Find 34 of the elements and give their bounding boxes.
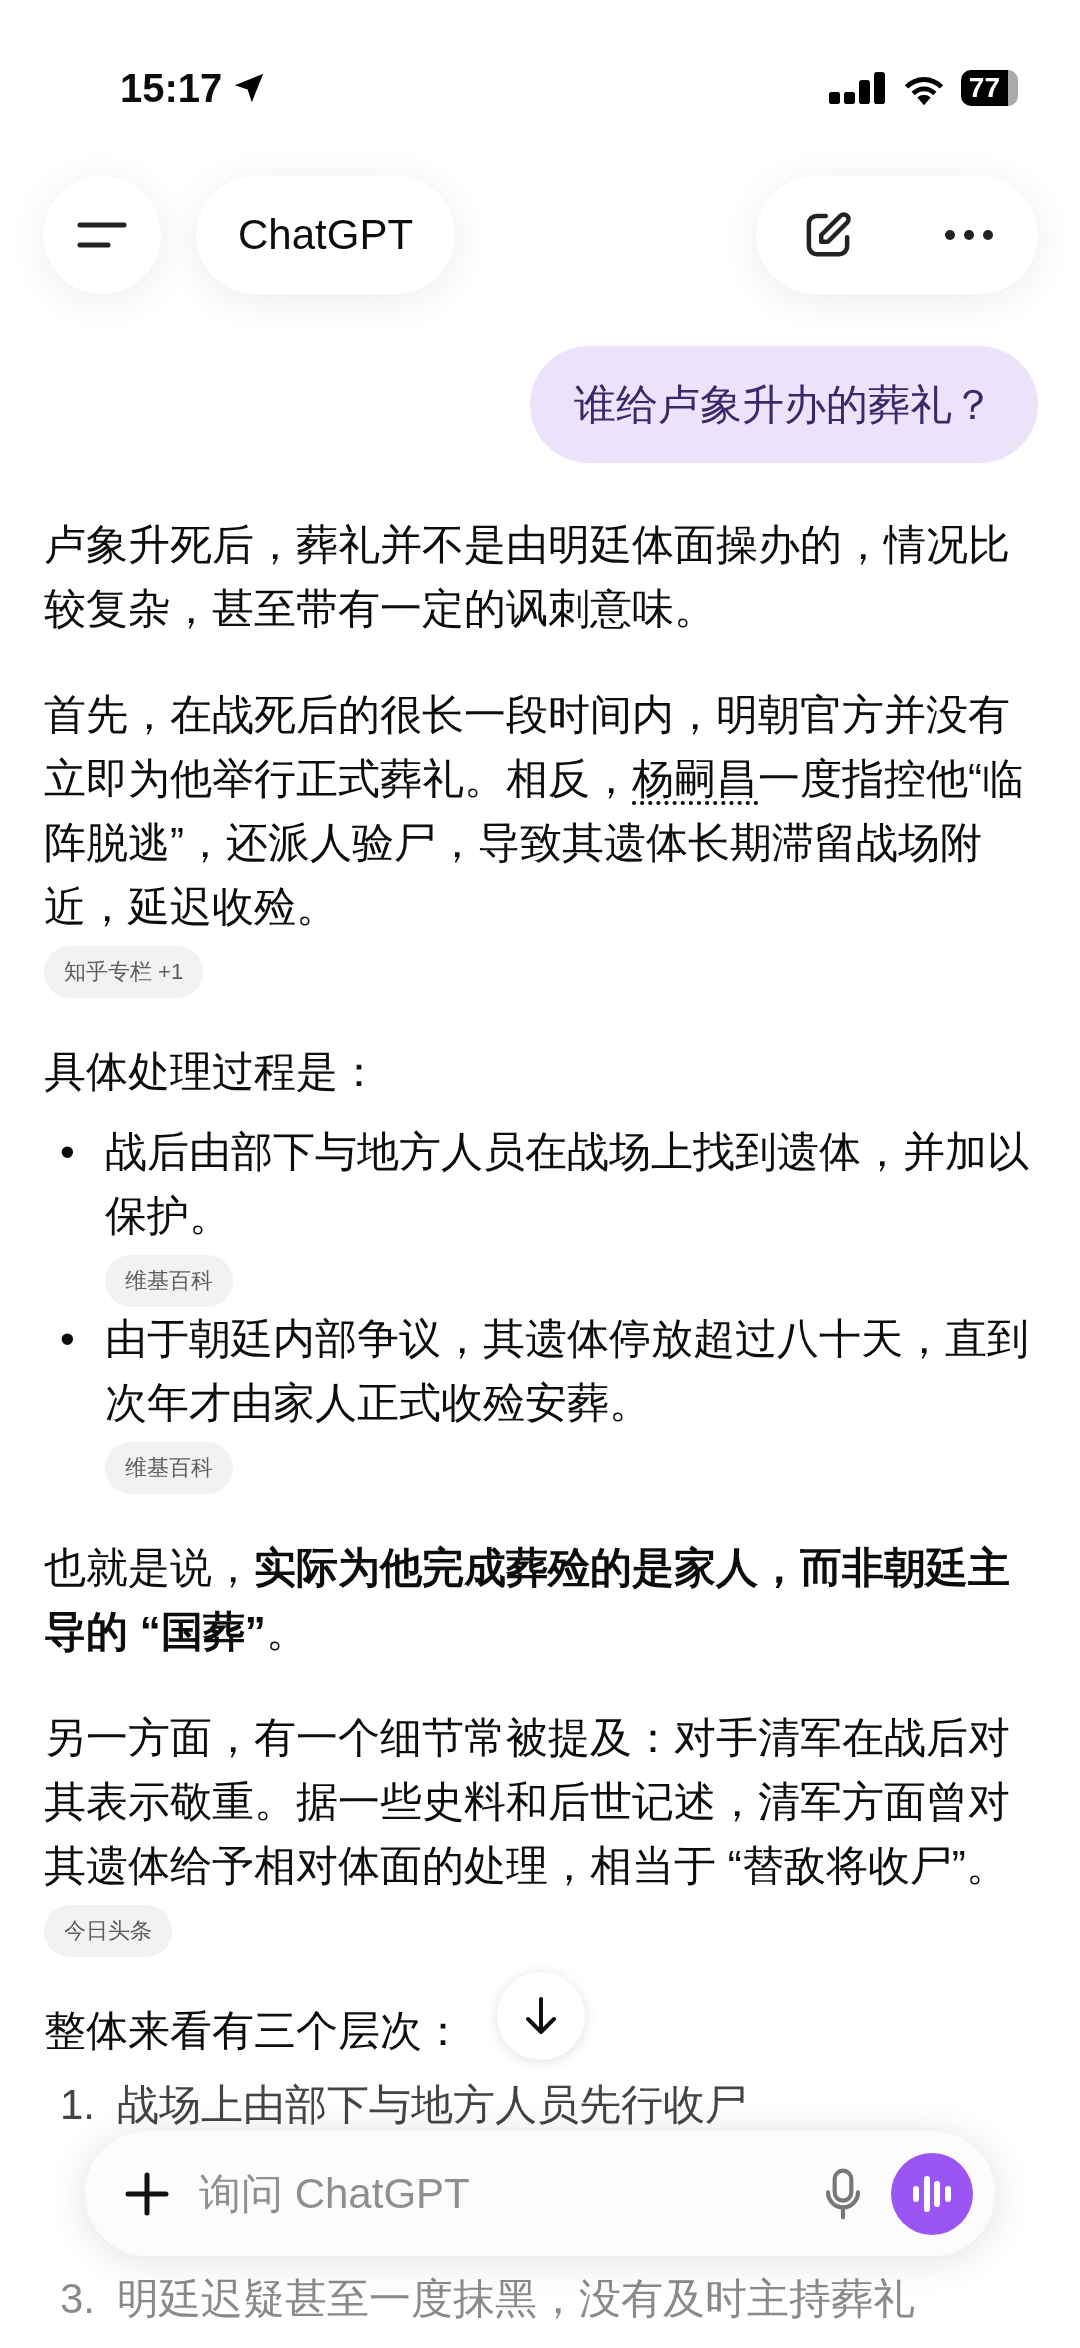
plus-icon: [125, 2171, 169, 2216]
list-text: 战场上由部下与地方人员先行收尸: [117, 2080, 748, 2130]
paragraph: 整体来看有三个层次：: [44, 2006, 464, 2056]
paragraph: 也就是说，实际为他完成葬殓的是家人，而非朝廷主导的 “国葬”。: [44, 1543, 1011, 1657]
list-number: 1.: [60, 2080, 96, 2130]
menu-icon: [76, 220, 128, 250]
list-number: 3.: [60, 2274, 96, 2324]
battery-level: 77: [960, 70, 1018, 106]
bullet-marker: •: [60, 1127, 75, 1177]
message-input[interactable]: 询问 ChatGPT: [197, 2168, 795, 2219]
arrow-down-icon: [523, 1996, 559, 2036]
paragraph: 另一方面，有一个细节常被提及：对手清军在战后对其表示敬重。据一些史料和后世记述，清军方面曾对其遗体给予相对体面的处理，相当于 “替敌将收尸”。: [44, 1713, 1011, 1891]
bullet-text: 由于朝廷内部争议，其遗体停放超过八十天，直到次年才由家人正式收殓安葬。: [104, 1314, 1030, 1428]
signal-icon: [828, 70, 887, 106]
add-button[interactable]: [125, 2171, 169, 2216]
source-chip[interactable]: 维基百科: [104, 1255, 233, 1307]
more-button[interactable]: [943, 229, 994, 241]
source-chip[interactable]: 今日头条: [44, 1905, 172, 1957]
link[interactable]: 杨嗣昌: [632, 755, 758, 802]
paragraph: 卢象升死后，葬礼并不是由明廷体面操办的，情况比较复杂，甚至带有一定的讽刺意味。: [44, 520, 1011, 634]
list-text: 明廷迟疑甚至一度抹黑，没有及时主持葬礼: [117, 2274, 916, 2324]
waveform-icon: [911, 2173, 953, 2214]
source-chip[interactable]: 知乎专栏 +1: [44, 946, 204, 998]
user-message: 谁给卢象升办的葬礼？: [530, 346, 1038, 463]
model-title[interactable]: ChatGPT: [196, 176, 456, 294]
paragraph: 首先，在战死后的很长一段时间内，明朝官方并没有立即为他举行正式葬礼。相反，杨嗣昌一度指控他“临阵脱逃”，还派人验尸，导致其遗体长期滞留战场附近，延迟收殓。: [44, 690, 1025, 932]
paragraph: 具体处理过程是：: [44, 1047, 380, 1097]
more-icon: [943, 229, 994, 241]
microphone-icon: [823, 2166, 863, 2221]
bullet-text: 战后由部下与地方人员在战场上找到遗体，并加以保护。: [104, 1127, 1030, 1241]
microphone-button[interactable]: [823, 2166, 863, 2221]
status-time: 15:17: [120, 65, 223, 111]
bullet-marker: •: [60, 1314, 75, 1364]
source-chip[interactable]: 维基百科: [104, 1442, 233, 1494]
